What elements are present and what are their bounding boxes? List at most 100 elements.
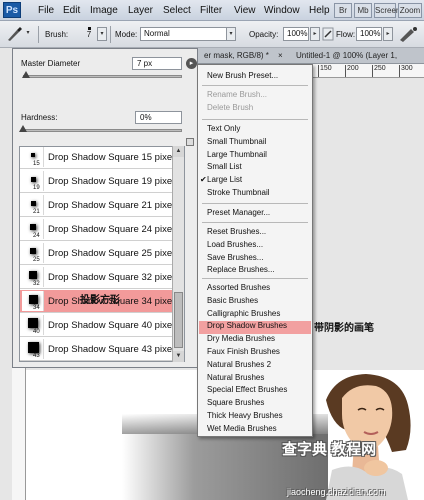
brush-preset-row[interactable]: 19 Drop Shadow Square 19 pixels [20, 170, 184, 193]
master-diameter-label: Master Diameter [21, 59, 81, 68]
master-diameter-slider[interactable] [23, 75, 182, 78]
scroll-thumb[interactable] [174, 292, 183, 348]
menu-separator [202, 222, 308, 223]
mode-dropdown-arrow[interactable]: ▾ [226, 27, 236, 41]
brush-preset-picker: Master Diameter 7 px ▸ Hardness: 0% 15 Dr… [12, 48, 198, 368]
brush-name: Drop Shadow Square 21 pixels [48, 200, 179, 211]
menu-image[interactable]: Image [90, 5, 118, 16]
zoom-button[interactable]: Zoom [398, 3, 422, 18]
brush-name: Drop Shadow Square 15 pixels [48, 152, 179, 163]
menu-file[interactable]: File [38, 5, 54, 16]
menu-layer[interactable]: Layer [128, 5, 153, 16]
ruler-number: 200 [347, 65, 359, 72]
menu-view[interactable]: View [234, 5, 256, 16]
menu-select[interactable]: Select [163, 5, 191, 16]
menu-item-assorted-brushes[interactable]: Assorted Brushes [207, 283, 270, 292]
photoshop-logo-icon[interactable]: Ps [3, 2, 21, 18]
brush-name: Drop Shadow Square 40 pixels [48, 320, 179, 331]
brush-name: Drop Shadow Square 25 pixels [48, 248, 179, 259]
brush-tip-icon [30, 200, 36, 206]
watermark-url: jiaocheng.chazidian.com [287, 487, 386, 497]
menu-item-dry-media-brushes[interactable]: Dry Media Brushes [207, 334, 275, 343]
brush-tip-icon [28, 318, 38, 328]
annotation-drop-shadow-brushes: 带阴影的画笔 [314, 323, 374, 334]
brush-preset-row[interactable]: 24 Drop Shadow Square 24 pixels [20, 218, 184, 241]
brush-preview[interactable]: 7 [82, 24, 96, 44]
brush-size: 19 [33, 185, 40, 191]
hardness-input[interactable]: 0% [135, 111, 182, 124]
menu-item-drop-shadow-brushes[interactable]: Drop Shadow Brushes [207, 321, 287, 330]
airbrush-icon[interactable] [397, 26, 419, 43]
document-tab[interactable]: er mask, RGB/8) * [204, 51, 269, 60]
minibridge-button[interactable]: Mb [354, 3, 372, 18]
flow-dropdown-arrow[interactable]: ▸ [383, 27, 393, 41]
annotation-drop-shadow-square: 投影方形 [80, 295, 120, 306]
brush-picker-dropdown[interactable]: ▾ [97, 27, 107, 41]
close-icon[interactable]: × [278, 51, 283, 60]
brush-list-scrollbar[interactable]: ▲ ▼ [172, 146, 184, 362]
menu-item-load-brushes[interactable]: Load Brushes... [207, 240, 263, 249]
menu-item-wet-media-brushes[interactable]: Wet Media Brushes [207, 424, 277, 433]
menu-help[interactable]: Help [309, 5, 330, 16]
brush-size: 34 [33, 305, 40, 311]
menu-item-save-brushes[interactable]: Save Brushes... [207, 253, 263, 262]
brush-preset-row[interactable]: 32 Drop Shadow Square 32 pixels [20, 266, 184, 289]
flow-label: Flow: [336, 30, 356, 39]
menu-item-delete-brush: Delete Brush [207, 102, 254, 112]
menu-item-small-thumbnail[interactable]: Small Thumbnail [207, 137, 266, 146]
screen-mode-button[interactable]: Screen [374, 3, 400, 18]
brush-preset-row[interactable]: 40 Drop Shadow Square 40 pixels [20, 314, 184, 337]
brush-thumbnail: 19 [22, 171, 44, 191]
mode-select[interactable]: Normal [140, 27, 236, 41]
brush-tip-icon [31, 153, 35, 157]
bridge-button[interactable]: Br [334, 3, 352, 18]
brush-preset-row[interactable]: 25 Drop Shadow Square 25 pixels [20, 242, 184, 265]
opacity-label: Opacity: [249, 30, 279, 39]
scroll-down-icon[interactable]: ▼ [173, 351, 184, 362]
menu-item-preset-manager[interactable]: Preset Manager... [207, 208, 270, 217]
hardness-slider[interactable] [23, 129, 182, 132]
brush-preset-row[interactable]: 21 Drop Shadow Square 21 pixels [20, 194, 184, 217]
opacity-dropdown-arrow[interactable]: ▸ [310, 27, 320, 41]
menu-filter[interactable]: Filter [200, 5, 222, 16]
menu-item-large-thumbnail[interactable]: Large Thumbnail [207, 150, 267, 159]
picker-resize-handle[interactable] [186, 138, 194, 146]
menu-item-stroke-thumbnail[interactable]: Stroke Thumbnail [207, 188, 270, 197]
menu-bar: Ps File Edit Image Layer Select Filter View Win… [0, 0, 424, 21]
master-diameter-input[interactable]: 7 px [132, 57, 182, 70]
menu-item-basic-brushes[interactable]: Basic Brushes [207, 296, 258, 305]
brush-tool-icon[interactable] [5, 26, 23, 43]
hardness-slider-thumb[interactable] [19, 125, 27, 132]
menu-separator [202, 278, 308, 279]
master-diameter-slider-thumb[interactable] [22, 71, 31, 78]
menu-item-reset-brushes[interactable]: Reset Brushes... [207, 227, 266, 236]
menu-item-thick-heavy-brushes[interactable]: Thick Heavy Brushes [207, 411, 283, 420]
menu-item-replace-brushes[interactable]: Replace Brushes... [207, 265, 275, 274]
brush-name: Drop Shadow Square 32 pixels [48, 272, 179, 283]
menu-item-natural-brushes[interactable]: Natural Brushes [207, 373, 264, 382]
menu-edit[interactable]: Edit [63, 5, 80, 16]
menu-item-large-list[interactable]: Large List [207, 175, 242, 184]
brush-thumbnail: 15 [22, 147, 44, 167]
menu-item-natural-brushes-2[interactable]: Natural Brushes 2 [207, 360, 271, 369]
flow-input[interactable]: 100% [356, 27, 382, 41]
brush-preset-row[interactable]: 15 Drop Shadow Square 15 pixels [20, 147, 184, 169]
menu-window[interactable]: Window [264, 5, 300, 16]
pressure-opacity-icon[interactable] [322, 27, 334, 41]
menu-item-special-effect-brushes[interactable]: Special Effect Brushes [207, 385, 287, 394]
menu-item-small-list[interactable]: Small List [207, 162, 242, 171]
menu-item-faux-finish-brushes[interactable]: Faux Finish Brushes [207, 347, 280, 356]
opacity-input[interactable]: 100% [283, 27, 309, 41]
brush-preset-row[interactable]: 43 Drop Shadow Square 43 pixels [20, 338, 184, 361]
tool-preset-dropdown[interactable]: ▾ [24, 27, 32, 41]
brush-tip-icon [30, 224, 36, 230]
menu-item-square-brushes[interactable]: Square Brushes [207, 398, 264, 407]
document-tab[interactable]: Untitled-1 @ 100% (Layer 1, [296, 51, 397, 60]
menu-item-new-brush-preset[interactable]: New Brush Preset... [207, 71, 278, 80]
scroll-up-icon[interactable]: ▲ [173, 146, 184, 157]
picker-menu-button[interactable]: ▸ [186, 58, 197, 69]
ruler-number: 300 [401, 65, 413, 72]
brush-tip-icon [29, 271, 37, 279]
menu-item-text-only[interactable]: Text Only [207, 124, 240, 133]
menu-item-calligraphic-brushes[interactable]: Calligraphic Brushes [207, 309, 280, 318]
